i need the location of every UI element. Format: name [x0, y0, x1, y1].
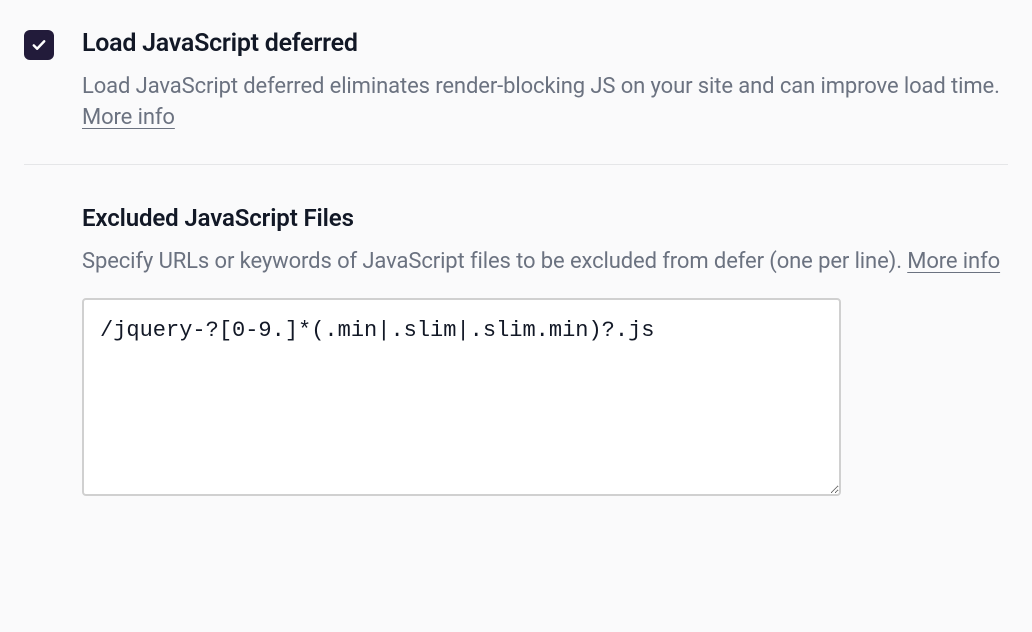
excluded-description-text: Specify URLs or keywords of JavaScript f… [82, 249, 907, 274]
defer-content: Load JavaScript deferred Load JavaScript… [82, 28, 1008, 134]
excluded-more-info-link[interactable]: More info [907, 249, 1000, 274]
excluded-section: Excluded JavaScript Files Specify URLs o… [24, 203, 1008, 500]
defer-option-row: Load JavaScript deferred Load JavaScript… [24, 28, 1008, 134]
excluded-files-textarea[interactable] [82, 298, 841, 496]
defer-checkbox[interactable] [24, 30, 54, 60]
defer-description-text: Load JavaScript deferred eliminates rend… [82, 74, 1000, 99]
defer-description: Load JavaScript deferred eliminates rend… [82, 71, 1008, 135]
excluded-description: Specify URLs or keywords of JavaScript f… [82, 246, 1008, 278]
defer-title: Load JavaScript deferred [82, 28, 1008, 61]
defer-more-info-link[interactable]: More info [82, 105, 175, 130]
section-divider [24, 164, 1008, 165]
excluded-title: Excluded JavaScript Files [82, 203, 1008, 234]
check-icon [30, 36, 48, 54]
